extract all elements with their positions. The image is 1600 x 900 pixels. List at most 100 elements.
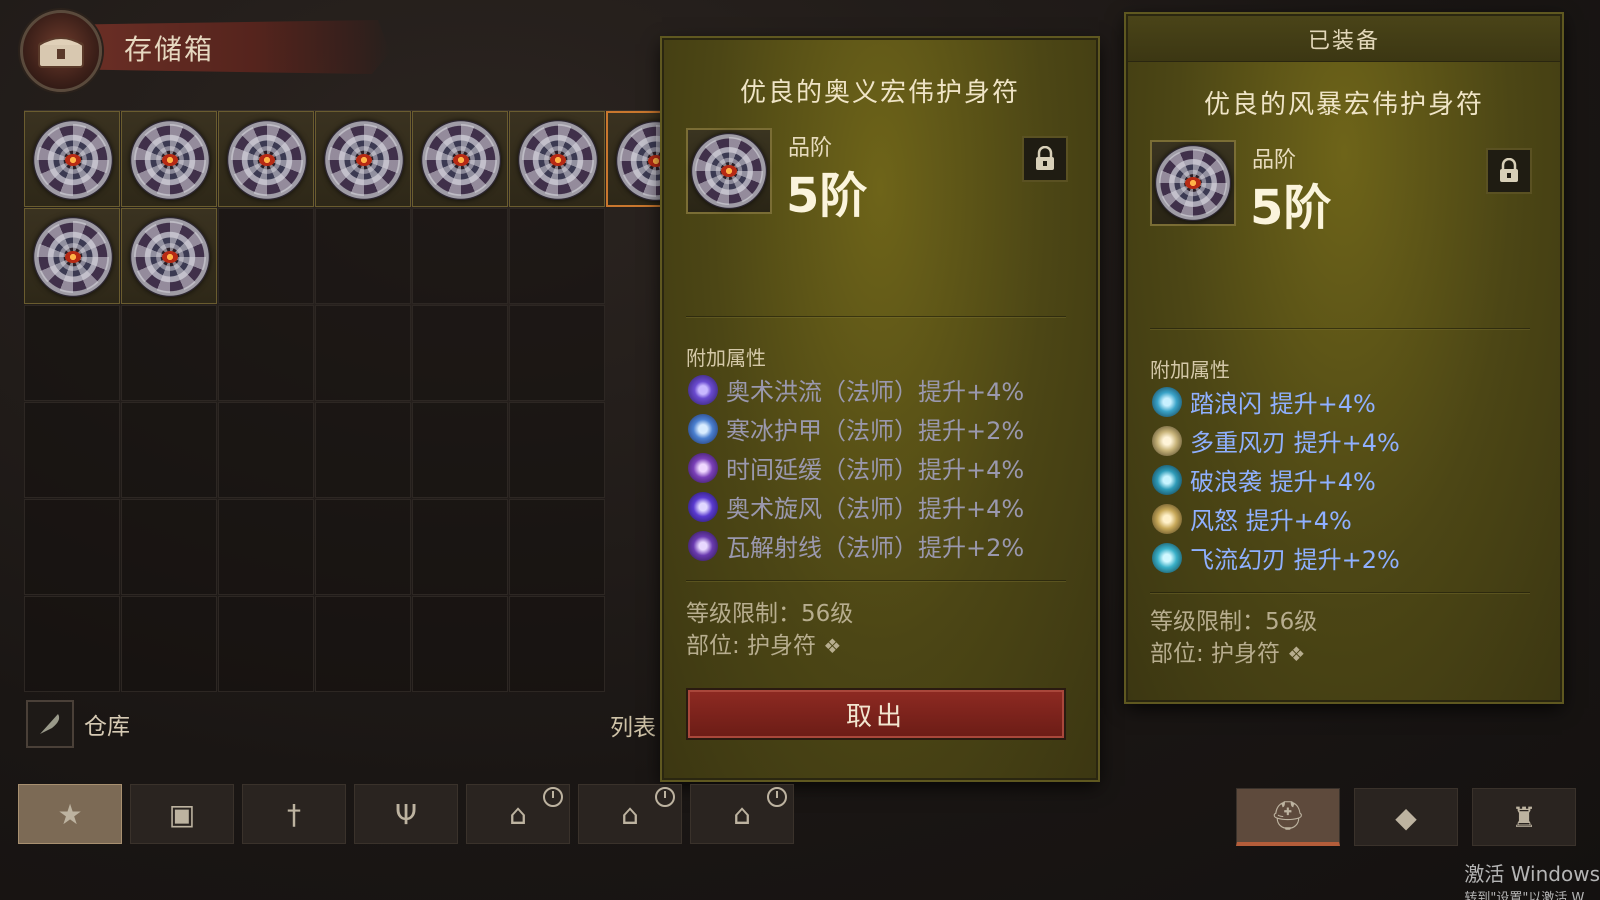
timed-chest-icon: ⌂ bbox=[621, 797, 639, 831]
tab-trident[interactable]: Ψ bbox=[354, 784, 458, 844]
stash-slot-empty[interactable] bbox=[412, 596, 508, 692]
stash-slot-amulet[interactable] bbox=[121, 111, 217, 207]
arcane-torrent-icon bbox=[688, 374, 718, 405]
amulet-icon bbox=[33, 217, 113, 297]
windows-activation-watermark: 激活 Windows 转到"设置"以激活 W bbox=[1464, 858, 1600, 900]
stash-slot-empty[interactable] bbox=[509, 499, 605, 595]
tab-chest[interactable]: ▣ bbox=[130, 784, 234, 844]
stash-slot-empty[interactable] bbox=[315, 208, 411, 304]
stash-slot-empty[interactable] bbox=[509, 208, 605, 304]
amulet-icon bbox=[130, 120, 210, 200]
stash-slot-empty[interactable] bbox=[315, 596, 411, 692]
affix-list: 踏浪闪 提升+4% 多重风刃 提升+4% 破浪袭 提升+4% 风怒 提升+4% … bbox=[1152, 382, 1400, 577]
stash-slot-empty[interactable] bbox=[412, 208, 508, 304]
affix-text: 踏浪闪 提升+4% bbox=[1190, 390, 1376, 418]
stash-slot-empty[interactable] bbox=[121, 402, 217, 498]
helmet-icon: ⛑ bbox=[1270, 799, 1306, 832]
item-icon-frame bbox=[686, 128, 772, 214]
stash-tab-bar: ★ ▣ † Ψ ⌂ ⌂ ⌂ bbox=[18, 784, 794, 848]
stash-slot-amulet[interactable] bbox=[24, 208, 120, 304]
item-name: 优良的风暴宏伟护身符 bbox=[1203, 90, 1484, 120]
affix-text: 多重风刃 提升+4% bbox=[1190, 429, 1400, 457]
affix-row: 风怒 提升+4% bbox=[1152, 499, 1400, 538]
item-tooltip-equipped: 已装备 优良的风暴宏伟护身符 品阶 5阶 附加属性 踏浪闪 提升+4% 多重风刃… bbox=[1126, 14, 1562, 702]
item-icon-frame bbox=[1150, 140, 1236, 226]
stash-slot-empty[interactable] bbox=[412, 499, 508, 595]
clock-icon bbox=[543, 787, 563, 807]
stash-slot-empty[interactable] bbox=[509, 402, 605, 498]
affix-text: 飞流幻刃 提升+2% bbox=[1190, 546, 1400, 574]
affix-row: 瓦解射线（法师）提升+2% bbox=[688, 526, 1024, 565]
tab-timed-chest-2[interactable]: ⌂ bbox=[578, 784, 682, 844]
activate-line2: 转到"设置"以激活 W bbox=[1464, 891, 1585, 900]
stash-slot-amulet[interactable] bbox=[315, 111, 411, 207]
arcane-vortex-icon bbox=[688, 491, 718, 522]
stash-slot-empty[interactable] bbox=[509, 596, 605, 692]
stash-slot-empty[interactable] bbox=[121, 305, 217, 401]
stash-slot-amulet[interactable] bbox=[24, 111, 120, 207]
stash-slot-amulet[interactable] bbox=[121, 208, 217, 304]
stash-slot-empty[interactable] bbox=[24, 596, 120, 692]
crafting-icon: ◆ bbox=[1395, 800, 1417, 834]
tab-equipment[interactable]: ⛑ bbox=[1236, 788, 1340, 846]
tab-crafting[interactable]: ◆ bbox=[1354, 788, 1458, 846]
affix-list: 奥术洪流（法师）提升+4% 寒冰护甲（法师）提升+2% 时间延缓（法师）提升+4… bbox=[688, 370, 1024, 565]
stash-slot-empty[interactable] bbox=[412, 305, 508, 401]
tier-value: 5阶 bbox=[786, 168, 868, 224]
stash-slot-empty[interactable] bbox=[218, 499, 314, 595]
warehouse-row: 仓库 bbox=[26, 700, 130, 748]
timed-chest-icon: ⌂ bbox=[733, 797, 751, 831]
stash-slot-empty[interactable] bbox=[218, 305, 314, 401]
stash-slot-empty[interactable] bbox=[24, 305, 120, 401]
sword-icon: † bbox=[287, 797, 301, 831]
wave-strike-icon bbox=[1152, 464, 1182, 495]
stash-slot-empty[interactable] bbox=[121, 499, 217, 595]
stash-slot-empty[interactable] bbox=[315, 499, 411, 595]
stash-slot-empty[interactable] bbox=[24, 499, 120, 595]
divider bbox=[686, 580, 1066, 581]
wave-dash-icon bbox=[1152, 386, 1182, 417]
tab-timed-chest-3[interactable]: ⌂ bbox=[690, 784, 794, 844]
lock-icon[interactable] bbox=[1022, 136, 1068, 182]
affix-row: 奥术洪流（法师）提升+4% bbox=[688, 370, 1024, 409]
affix-row: 踏浪闪 提升+4% bbox=[1152, 382, 1400, 421]
stash-slot-empty[interactable] bbox=[315, 305, 411, 401]
level-requirement: 等级限制：56级 bbox=[1150, 609, 1318, 635]
stash-slot-empty[interactable] bbox=[412, 402, 508, 498]
feather-icon[interactable] bbox=[26, 700, 74, 748]
item-tooltip-stash: 优良的奥义宏伟护身符 品阶 5阶 附加属性 奥术洪流（法师）提升+4% 寒冰护甲… bbox=[662, 38, 1098, 780]
item-slot-row: 部位: 护身符 ❖ bbox=[686, 630, 853, 662]
stash-slot-amulet[interactable] bbox=[509, 111, 605, 207]
divider bbox=[1150, 592, 1530, 593]
stash-grid bbox=[24, 110, 702, 692]
inventory-tab-bar: ⛑ ◆ ♜ bbox=[1236, 788, 1576, 846]
slow-time-icon bbox=[688, 452, 718, 483]
tab-weapons[interactable]: † bbox=[242, 784, 346, 844]
tab-favorites[interactable]: ★ bbox=[18, 784, 122, 844]
activate-line1: 激活 Windows bbox=[1464, 862, 1600, 886]
stash-slot-empty[interactable] bbox=[218, 402, 314, 498]
clock-icon bbox=[767, 787, 787, 807]
tier-value: 5阶 bbox=[1250, 180, 1332, 236]
tab-bag[interactable]: ♜ bbox=[1472, 788, 1576, 846]
amulet-icon bbox=[1155, 145, 1231, 221]
tab-timed-chest-1[interactable]: ⌂ bbox=[466, 784, 570, 844]
stash-slot-amulet[interactable] bbox=[218, 111, 314, 207]
stash-title: 存储箱 bbox=[124, 33, 215, 66]
stash-slot-empty[interactable] bbox=[24, 402, 120, 498]
equipped-label: 已装备 bbox=[1128, 16, 1560, 62]
stash-slot-empty[interactable] bbox=[218, 596, 314, 692]
divider bbox=[686, 316, 1066, 317]
amulet-icon bbox=[518, 120, 598, 200]
list-view-label[interactable]: 列表 bbox=[610, 708, 656, 742]
stash-slot-amulet[interactable] bbox=[412, 111, 508, 207]
take-out-button[interactable]: 取出 bbox=[686, 688, 1066, 740]
stash-slot-empty[interactable] bbox=[509, 305, 605, 401]
stash-slot-empty[interactable] bbox=[121, 596, 217, 692]
stash-slot-empty[interactable] bbox=[218, 208, 314, 304]
stash-slot-empty[interactable] bbox=[315, 402, 411, 498]
warehouse-label: 仓库 bbox=[84, 714, 130, 740]
affix-row: 多重风刃 提升+4% bbox=[1152, 421, 1400, 460]
lock-icon[interactable] bbox=[1486, 148, 1532, 194]
chest-icon: ▣ bbox=[168, 797, 196, 831]
